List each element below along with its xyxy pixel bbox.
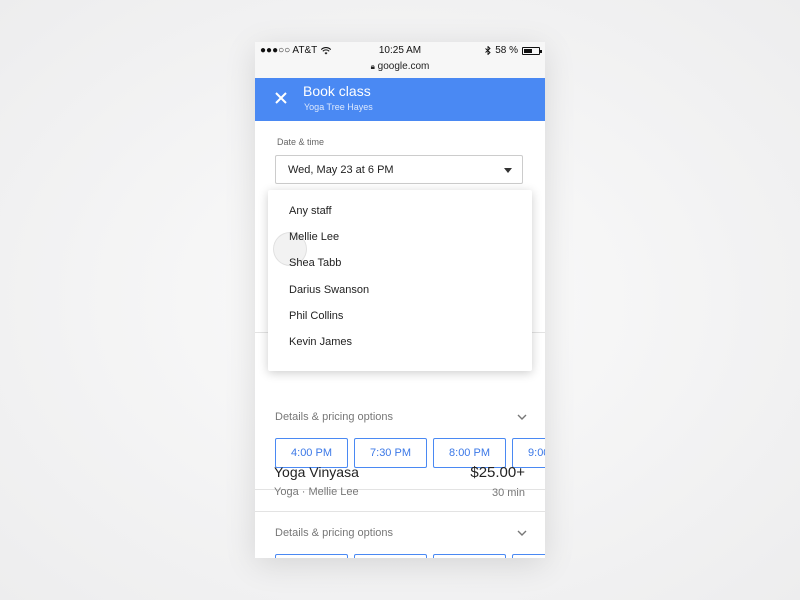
class1-details-label: Details & pricing options <box>275 411 394 423</box>
url-text: google.com <box>377 61 430 72</box>
date-time-label: Date & time <box>277 137 325 147</box>
time-slot-button[interactable] <box>512 554 545 558</box>
close-icon <box>275 92 287 104</box>
battery-icon <box>522 46 542 55</box>
class1-details-toggle[interactable]: Details & pricing options <box>275 411 527 423</box>
time-slot-button[interactable] <box>433 554 506 558</box>
staff-option[interactable]: Kevin James <box>268 331 532 357</box>
class2-price: $25.00+ <box>470 464 525 481</box>
dropdown-caret-icon <box>504 168 512 173</box>
date-time-value: Wed, May 23 at 6 PM <box>288 164 394 176</box>
staff-option[interactable]: Mellie Lee <box>268 226 532 252</box>
time-slot-button[interactable] <box>275 554 348 558</box>
divider <box>255 511 545 512</box>
class2-details-label: Details & pricing options <box>275 527 394 539</box>
touch-ripple <box>273 232 307 266</box>
status-bar: ●●●○○ AT&T 10:25 AM 58 % <box>255 42 545 60</box>
studio-name: Yoga Tree Hayes <box>304 102 373 112</box>
time-slot-button[interactable] <box>354 554 427 558</box>
class2-duration: 30 min <box>491 487 525 499</box>
class2-details-toggle[interactable]: Details & pricing options <box>275 527 527 539</box>
chevron-down-icon <box>517 414 527 420</box>
staff-option[interactable]: Shea Tabb <box>268 252 532 278</box>
chevron-down-icon <box>517 530 527 536</box>
staff-option[interactable]: Phil Collins <box>268 305 532 331</box>
battery-percent: 58 % <box>495 45 518 56</box>
class2-name[interactable]: Yoga Vinyasa <box>274 464 359 480</box>
staff-option[interactable]: Darius Swanson <box>268 279 532 305</box>
page-title: Book class <box>303 83 371 99</box>
date-time-select[interactable]: Wed, May 23 at 6 PM <box>275 155 523 184</box>
class2-subtitle: Yoga · Mellie Lee <box>274 486 359 498</box>
app-header: Book class Yoga Tree Hayes <box>255 78 545 121</box>
staff-option[interactable]: Any staff <box>268 200 532 226</box>
url-bar[interactable]: 🔒︎ google.com <box>255 60 545 78</box>
class2-times <box>275 554 545 558</box>
bluetooth-icon <box>485 46 491 55</box>
staff-dropdown-menu: Any staff Mellie Lee Shea Tabb Darius Sw… <box>268 190 532 371</box>
time-slot-button[interactable]: 7:30 PM <box>354 438 427 468</box>
lock-icon: 🔒︎ <box>370 62 375 71</box>
close-button[interactable] <box>272 89 290 107</box>
